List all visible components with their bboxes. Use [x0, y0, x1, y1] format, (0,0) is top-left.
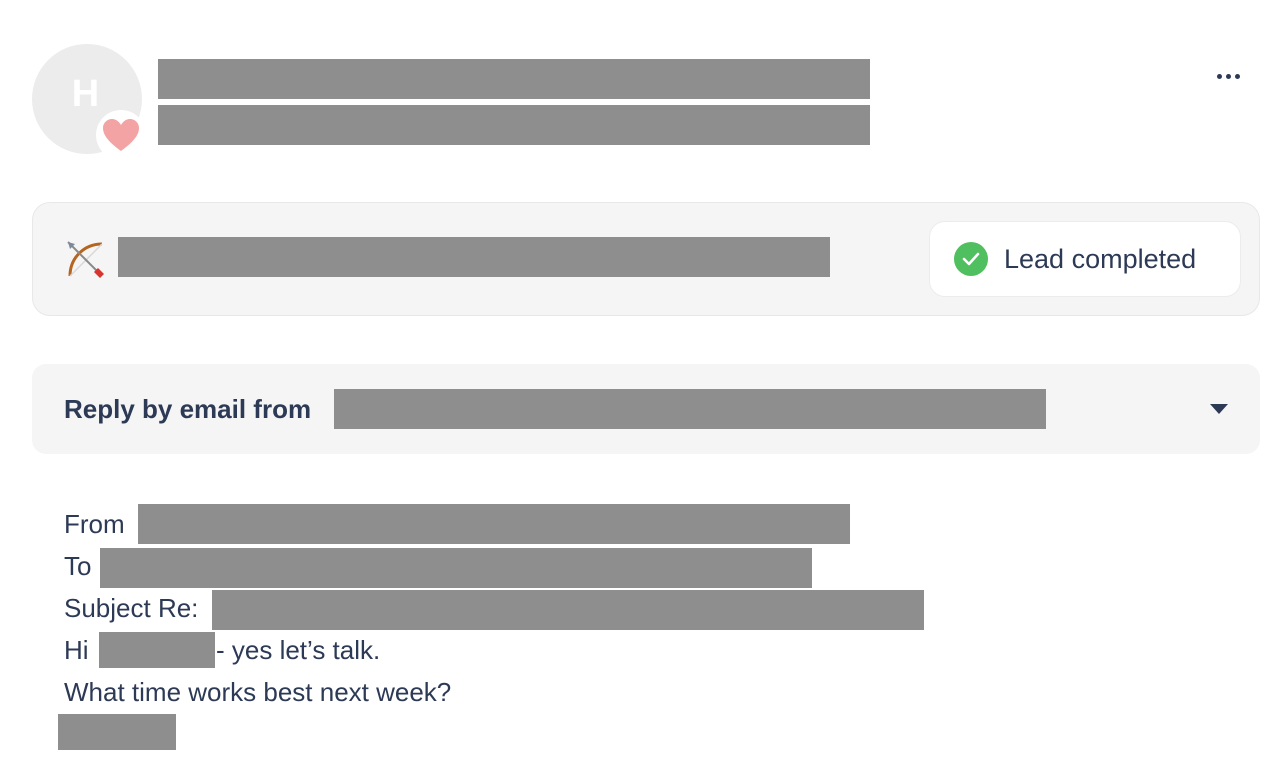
more-options-button[interactable] [1206, 64, 1250, 88]
lead-title-redacted [118, 237, 830, 277]
lead-status-badge: Lead completed [929, 221, 1241, 297]
subject-redacted [212, 590, 924, 630]
check-circle-icon [954, 242, 988, 276]
greeting-text: Hi [64, 635, 89, 665]
contact-name-redacted [158, 59, 870, 99]
avatar-initial: H [71, 72, 101, 115]
recipient-name-redacted [99, 632, 215, 668]
from-address-redacted [138, 504, 850, 544]
reply-title: Reply by email from [64, 394, 312, 424]
from-label: From [64, 509, 125, 539]
email-body-line: What time works best next week? [64, 677, 452, 707]
more-horizontal-icon [1216, 73, 1222, 79]
subject-label: Subject Re: [64, 593, 199, 623]
caret-down-icon[interactable] [1208, 402, 1230, 416]
contact-details-redacted [158, 105, 870, 145]
signature-redacted [58, 714, 176, 750]
lead-status-label: Lead completed [1004, 243, 1197, 274]
bow-and-arrow-icon [64, 238, 106, 280]
reply-sender-redacted [334, 389, 1046, 429]
heart-icon [96, 110, 146, 160]
to-address-redacted [100, 548, 812, 588]
greeting-rest-text: - yes let’s talk. [216, 635, 381, 665]
to-label: To [64, 551, 92, 581]
